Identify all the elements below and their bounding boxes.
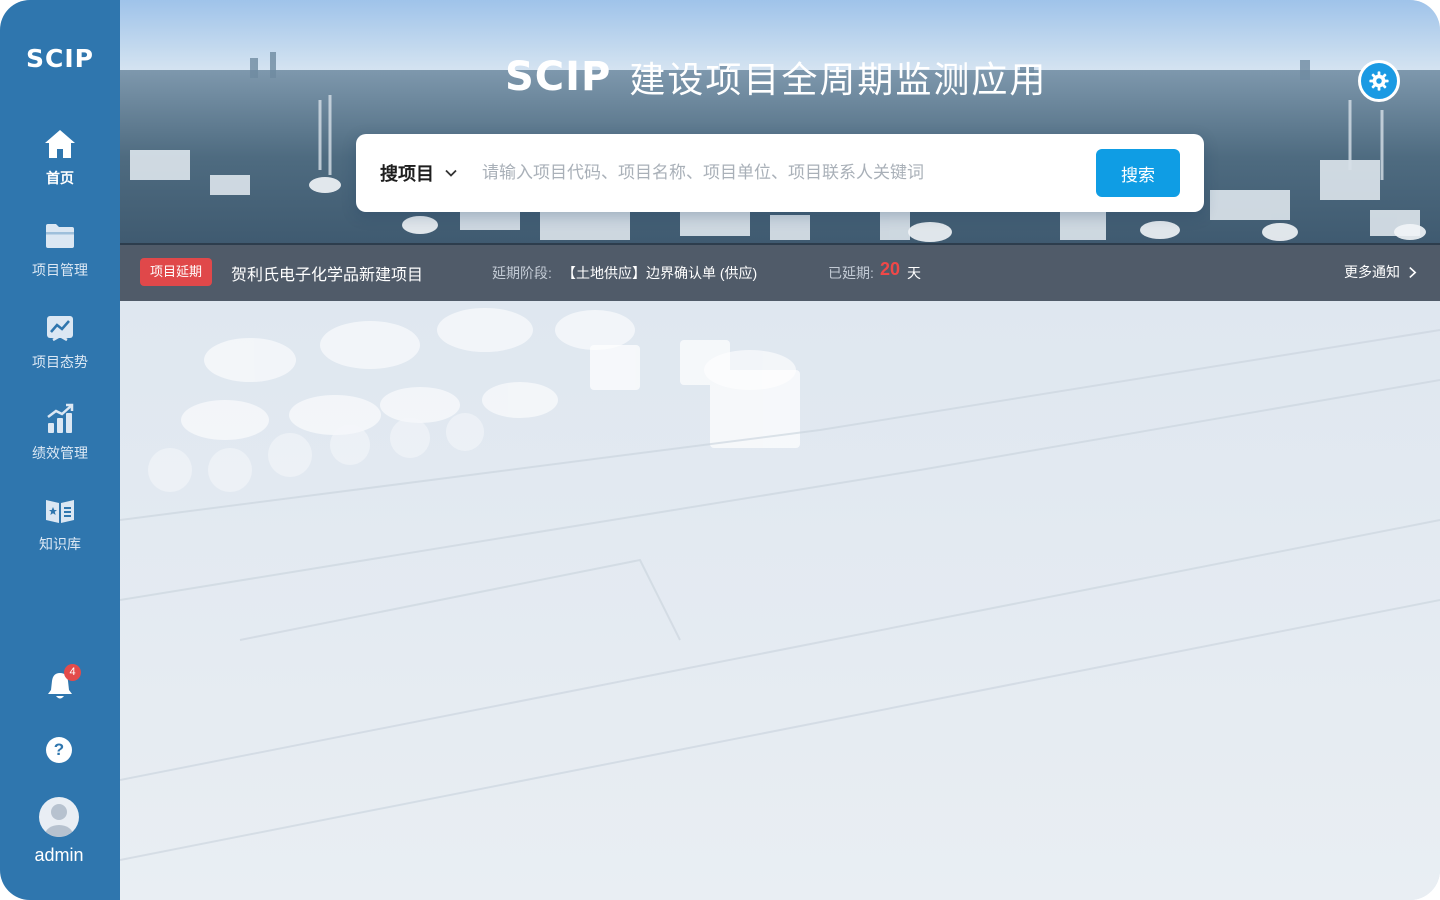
sidebar: SCIP 首页 项目管理 项目态势 绩效管理 知识库 4 ? admin bbox=[0, 0, 120, 900]
sidebar-item-label: 项目态势 bbox=[32, 354, 88, 370]
chevron-down-icon bbox=[445, 169, 457, 177]
user-avatar-icon bbox=[45, 804, 73, 837]
main-content: SCIP 建设项目全周期监测应用 搜项目 请输入项目代码、项目名称、项目单位、项… bbox=[120, 0, 1440, 900]
sidebar-item-performance[interactable]: 绩效管理 bbox=[0, 401, 120, 481]
notification-badge: 4 bbox=[64, 664, 81, 681]
notice-delay-unit: 天 bbox=[907, 265, 921, 281]
sidebar-item-label: 首页 bbox=[46, 170, 74, 186]
notice-bar: 项目延期 贺利氏电子化学品新建项目 延期阶段: 【土地供应】边界确认单 (供应)… bbox=[120, 243, 1440, 301]
notice-project-name[interactable]: 贺利氏电子化学品新建项目 bbox=[231, 261, 423, 285]
gear-icon bbox=[1369, 71, 1389, 91]
sidebar-item-label: 知识库 bbox=[39, 536, 81, 552]
book-icon bbox=[46, 500, 74, 523]
notice-delay-label: 已延期: bbox=[828, 265, 874, 281]
search-button[interactable]: 搜索 bbox=[1096, 149, 1180, 197]
search-type-dropdown[interactable]: 搜项目 bbox=[380, 160, 458, 186]
more-notices-label: 更多通知 bbox=[1344, 264, 1400, 280]
sidebar-item-label: 绩效管理 bbox=[32, 445, 88, 461]
trend-chart-icon bbox=[47, 316, 73, 342]
notice-stage-value: 【土地供应】边界确认单 (供应) bbox=[562, 265, 758, 281]
folder-icon bbox=[46, 224, 74, 248]
notice-delay-days: 20 bbox=[880, 259, 901, 279]
sidebar-item-home[interactable]: 首页 bbox=[0, 126, 120, 206]
bar-chart-icon bbox=[47, 403, 74, 433]
username: admin bbox=[34, 845, 84, 865]
help-icon[interactable]: ? bbox=[46, 737, 72, 763]
home-icon bbox=[45, 130, 75, 158]
sidebar-item-project-situation[interactable]: 项目态势 bbox=[0, 310, 120, 390]
search-type-label: 搜项目 bbox=[380, 164, 434, 184]
avatar[interactable] bbox=[39, 797, 79, 837]
sidebar-item-knowledge-base[interactable]: 知识库 bbox=[0, 492, 120, 572]
page-title: 建设项目全周期监测应用 bbox=[629, 59, 1048, 100]
title-logo: SCIP bbox=[505, 54, 612, 100]
status-badge: 项目延期 bbox=[140, 258, 213, 286]
sidebar-item-project-management[interactable]: 项目管理 bbox=[0, 218, 120, 298]
chevron-right-icon bbox=[1409, 266, 1417, 278]
sidebar-item-label: 项目管理 bbox=[32, 262, 88, 278]
search-input[interactable] bbox=[482, 154, 1082, 192]
settings-button[interactable] bbox=[1358, 60, 1400, 102]
search-box: 搜项目 搜索 bbox=[356, 134, 1204, 212]
notice-stage-label: 延期阶段: bbox=[492, 265, 552, 281]
app-window: SCIP 首页 项目管理 项目态势 绩效管理 知识库 4 ? admin SCI… bbox=[0, 0, 1440, 900]
more-notices-link[interactable]: 更多通知 bbox=[1344, 262, 1417, 282]
app-title: SCIP 建设项目全周期监测应用 bbox=[505, 54, 1047, 100]
sidebar-logo[interactable]: SCIP bbox=[0, 44, 120, 73]
